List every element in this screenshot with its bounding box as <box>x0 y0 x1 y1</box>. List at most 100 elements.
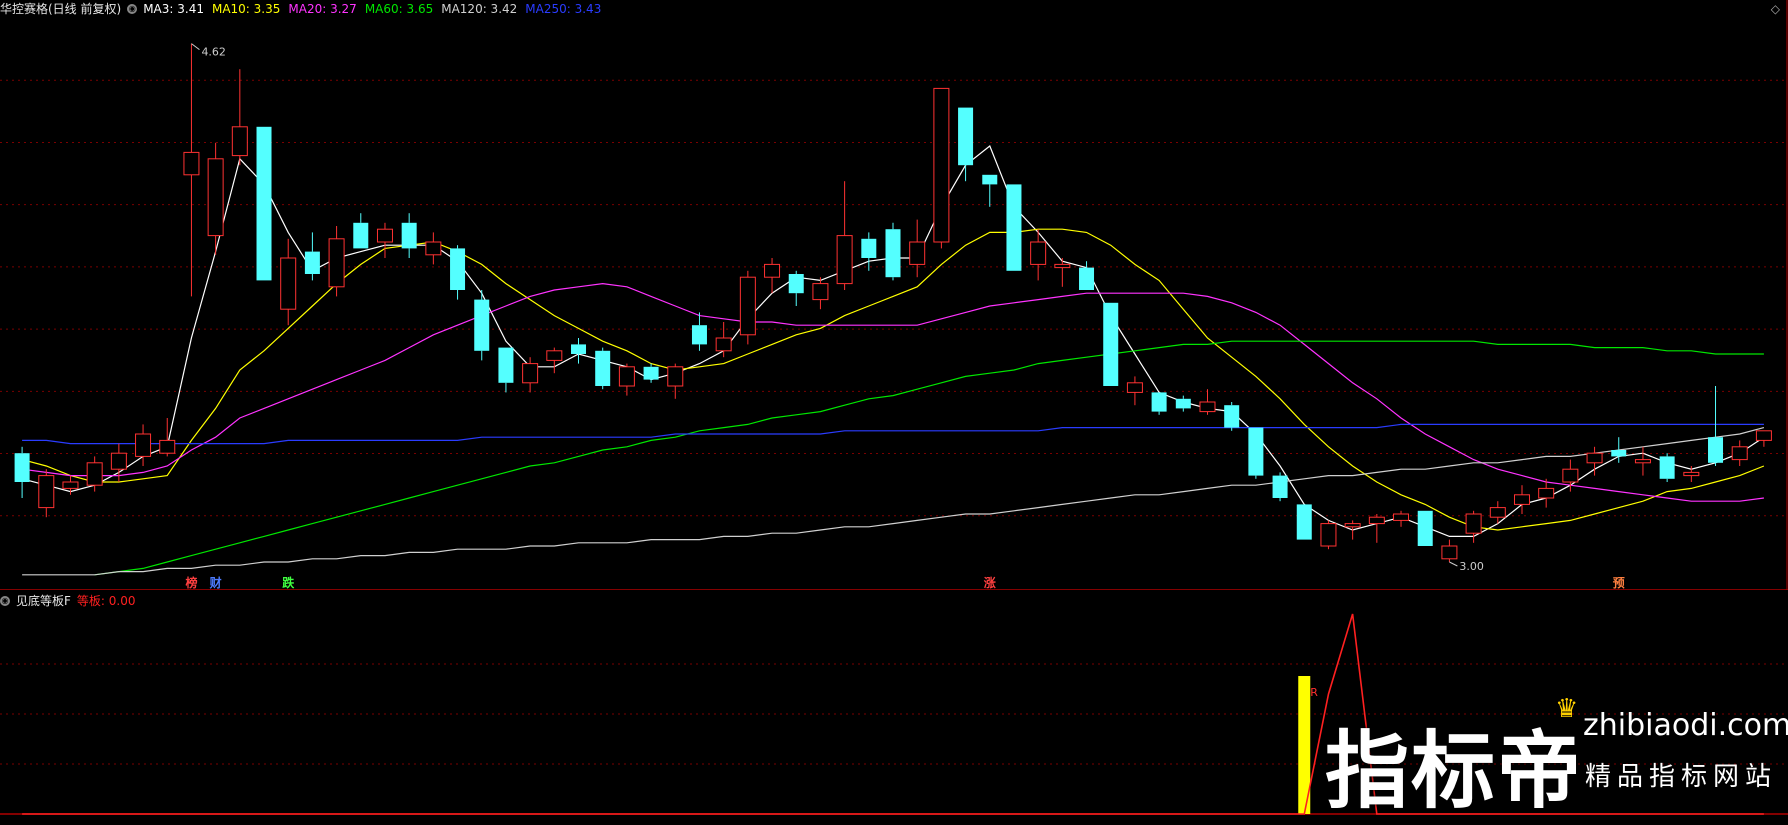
candle <box>231 69 248 166</box>
candle <box>38 469 55 518</box>
candle <box>474 290 490 361</box>
candle-body <box>1248 427 1264 476</box>
candle-body <box>812 283 829 301</box>
candle-body <box>1634 459 1651 464</box>
candle-body <box>280 257 297 310</box>
ma-legend-item: MA3: 3.41 <box>143 2 204 16</box>
candle-body <box>618 366 635 387</box>
watermark: ♛ 指标帝 zhibiaodi.com 精品指标网站 <box>1325 694 1788 820</box>
candle <box>546 347 563 374</box>
candle <box>450 245 466 300</box>
candle-body <box>1465 513 1482 534</box>
candlesticks <box>14 43 1772 562</box>
candle <box>1441 539 1458 562</box>
candle-body <box>933 87 950 243</box>
candle <box>1708 386 1724 466</box>
ma-legend-item: MA60: 3.65 <box>364 2 434 16</box>
candle <box>1224 402 1240 431</box>
candle-body <box>1054 263 1071 269</box>
indicator-title: 见底等板F <box>16 594 71 608</box>
candle <box>1513 485 1530 514</box>
candle-body <box>546 350 563 361</box>
candle-body <box>1175 398 1191 409</box>
candle-body <box>571 344 587 354</box>
watermark-slogan: 精品指标网站 <box>1585 762 1778 792</box>
candle <box>1151 392 1167 415</box>
candle <box>909 219 926 278</box>
ma-legend-item: MA20: 3.27 <box>288 2 357 16</box>
candle <box>376 222 393 258</box>
high-price-label: 4.62 <box>201 46 226 59</box>
price-annotations: 4.62 3.00 <box>191 43 1484 573</box>
candle <box>401 213 417 258</box>
candle-body <box>1126 382 1143 393</box>
candle-body <box>474 299 490 351</box>
candle-body <box>86 462 103 486</box>
candle <box>958 107 974 182</box>
candle-body <box>909 241 926 265</box>
candle <box>739 270 756 345</box>
candle-body <box>1296 504 1312 540</box>
candle-body <box>62 481 79 489</box>
candle <box>667 363 684 399</box>
event-marker[interactable]: 跌 <box>282 575 295 590</box>
event-marker[interactable]: 财 <box>209 575 222 590</box>
candle <box>1489 501 1506 524</box>
candle-body <box>836 235 853 285</box>
candle-body <box>159 439 176 454</box>
candle <box>1634 446 1651 476</box>
candle <box>643 363 659 383</box>
candle-body <box>425 241 442 256</box>
event-marker[interactable]: 预 <box>1613 576 1625 590</box>
candle-body <box>522 363 539 384</box>
candle <box>1175 395 1191 412</box>
candle <box>595 347 611 390</box>
candle-body <box>1006 184 1022 271</box>
candle-body <box>739 276 756 336</box>
candle-body <box>1368 516 1385 525</box>
candle <box>353 213 369 249</box>
candle-body <box>1755 430 1772 441</box>
candle-body <box>1393 513 1410 521</box>
candle <box>885 222 901 281</box>
candle <box>836 181 853 290</box>
candle <box>571 338 587 364</box>
candle-body <box>183 151 200 176</box>
event-marker[interactable]: 涨 <box>984 575 996 590</box>
candle-body <box>861 238 877 258</box>
candle-body <box>1441 545 1458 560</box>
candle-body <box>1562 468 1579 483</box>
candle-body <box>256 126 272 281</box>
candle <box>861 232 877 271</box>
candle <box>328 226 345 297</box>
candle-body <box>450 248 466 290</box>
candle <box>1296 504 1312 540</box>
diamond-icon[interactable]: ◇ <box>1771 2 1780 16</box>
candle <box>207 142 224 255</box>
candle-body <box>1224 405 1240 428</box>
candle <box>788 270 804 306</box>
candle-body <box>1538 487 1555 499</box>
signal-bar-label: R <box>1310 686 1318 699</box>
ma-legend-item: MA10: 3.35 <box>211 2 281 16</box>
event-marker[interactable]: 榜 <box>185 575 197 590</box>
indicator-toggle-icon[interactable]: ◉ <box>0 595 10 606</box>
candle-body <box>14 453 30 482</box>
candle-body <box>1683 471 1700 477</box>
candle <box>1320 520 1337 550</box>
candle <box>304 232 320 281</box>
candle <box>691 312 707 351</box>
candle-body <box>1030 241 1047 265</box>
price-chart[interactable]: 4.62 3.00 榜财 跌 涨 预 <box>0 0 1788 590</box>
candle-body <box>401 222 417 249</box>
candle-body <box>498 347 514 383</box>
candle-body <box>353 222 369 249</box>
candle-body <box>1151 392 1167 412</box>
candle <box>982 174 998 207</box>
candle <box>1199 389 1216 415</box>
candle <box>812 277 829 310</box>
indicator-value: 等板: 0.00 <box>76 594 136 608</box>
candle <box>498 347 514 393</box>
indicator-toggle-icon[interactable]: ◉ <box>127 3 138 14</box>
ma-legend-item: MA250: 3.43 <box>525 2 602 16</box>
